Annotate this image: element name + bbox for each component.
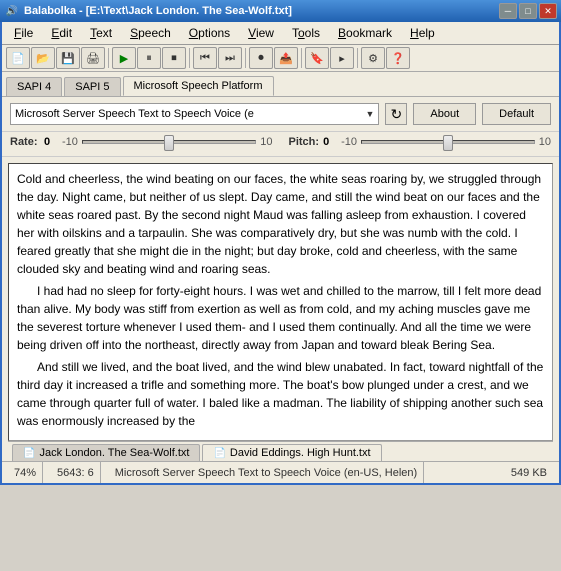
- menu-options[interactable]: Options: [181, 24, 238, 42]
- close-button[interactable]: ✕: [539, 3, 557, 19]
- text-paragraph-3: And still we lived, and the boat lived, …: [17, 358, 544, 430]
- info-button[interactable]: ❓: [386, 47, 410, 69]
- pitch-value: 0: [323, 136, 337, 148]
- tts-tabs: SAPI 4 SAPI 5 Microsoft Speech Platform: [2, 72, 559, 97]
- file-tabs: 📄 Jack London. The Sea-Wolf.txt 📄 David …: [8, 441, 553, 461]
- pitch-slider[interactable]: [361, 140, 535, 144]
- voice-section: Microsoft Server Speech Text to Speech V…: [2, 97, 559, 132]
- rate-max: 10: [260, 136, 272, 148]
- menu-view[interactable]: View: [240, 24, 282, 42]
- tab-sapi5[interactable]: SAPI 5: [64, 77, 120, 96]
- toolbar-separator-1: [108, 48, 109, 68]
- menu-bookmark[interactable]: Bookmark: [330, 24, 400, 42]
- settings-button[interactable]: ⚙: [361, 47, 385, 69]
- play-button[interactable]: ▶: [112, 47, 136, 69]
- rate-min: -10: [62, 136, 78, 148]
- file-icon-2: 📄: [213, 448, 225, 459]
- text-paragraph-1: Cold and cheerless, the wind beating on …: [17, 170, 544, 278]
- text-paragraph-2: I had had no sleep for forty-eight hours…: [17, 282, 544, 354]
- tab-sapi4[interactable]: SAPI 4: [6, 77, 62, 96]
- status-bar: 74% 5643: 6 Microsoft Server Speech Text…: [2, 461, 559, 483]
- toolbar-separator-4: [301, 48, 302, 68]
- file-tab-label-1: Jack London. The Sea-Wolf.txt: [39, 447, 189, 459]
- text-display[interactable]: Cold and cheerless, the wind beating on …: [8, 163, 553, 441]
- menu-tools[interactable]: Tools: [284, 24, 328, 42]
- toolbar-separator-2: [189, 48, 190, 68]
- slider-section: Rate: 0 -10 10 Pitch: 0 -10 10: [2, 132, 559, 157]
- record-button[interactable]: ⏺: [249, 47, 273, 69]
- toolbar: 📄 📂 💾 🖨 ▶ ⏸ ⏹ ⏮ ⏭ ⏺ 📤 🔖 ▸ ⚙ ❓: [2, 45, 559, 72]
- menu-text[interactable]: Text: [82, 24, 120, 42]
- pitch-label: Pitch:: [289, 136, 320, 148]
- more-button[interactable]: ▸: [330, 47, 354, 69]
- zoom-status: 74%: [8, 462, 43, 483]
- save-button[interactable]: 💾: [56, 47, 80, 69]
- default-button[interactable]: Default: [482, 103, 551, 125]
- voice-dropdown-text: Microsoft Server Speech Text to Speech V…: [15, 108, 365, 120]
- rate-slider-group: Rate: 0 -10 10: [10, 136, 273, 148]
- stop-button[interactable]: ⏹: [162, 47, 186, 69]
- title-bar: 🔊 Balabolka - [E:\Text\Jack London. The …: [0, 0, 561, 22]
- toolbar-separator-5: [357, 48, 358, 68]
- fast-forward-button[interactable]: ⏭: [218, 47, 242, 69]
- file-tab-2[interactable]: 📄 David Eddings. High Hunt.txt: [202, 444, 381, 461]
- minimize-button[interactable]: ─: [499, 3, 517, 19]
- print-button[interactable]: 🖨: [81, 47, 105, 69]
- new-button[interactable]: 📄: [6, 47, 30, 69]
- pause-button[interactable]: ⏸: [137, 47, 161, 69]
- about-button[interactable]: About: [413, 103, 476, 125]
- position-status: 5643: 6: [51, 462, 101, 483]
- rate-thumb[interactable]: [164, 135, 174, 151]
- chevron-down-icon: ▼: [365, 109, 374, 119]
- menu-help[interactable]: Help: [402, 24, 443, 42]
- voice-status: Microsoft Server Speech Text to Speech V…: [109, 462, 424, 483]
- rate-slider[interactable]: [82, 140, 256, 144]
- menu-file[interactable]: File: [6, 24, 41, 42]
- refresh-button[interactable]: ↻: [385, 103, 407, 125]
- rewind-button[interactable]: ⏮: [193, 47, 217, 69]
- pitch-thumb[interactable]: [443, 135, 453, 151]
- file-size: 549 KB: [511, 467, 547, 479]
- pitch-max: 10: [539, 136, 551, 148]
- window-controls: ─ □ ✕: [499, 3, 557, 19]
- voice-dropdown[interactable]: Microsoft Server Speech Text to Speech V…: [10, 103, 379, 125]
- bookmark-button[interactable]: 🔖: [305, 47, 329, 69]
- maximize-button[interactable]: □: [519, 3, 537, 19]
- menu-bar: File Edit Text Speech Options View Tools…: [2, 22, 559, 45]
- toolbar-separator-3: [245, 48, 246, 68]
- pitch-min: -10: [341, 136, 357, 148]
- menu-edit[interactable]: Edit: [43, 24, 80, 42]
- tab-msp[interactable]: Microsoft Speech Platform: [123, 76, 274, 96]
- size-status: 549 KB: [505, 462, 553, 483]
- open-button[interactable]: 📂: [31, 47, 55, 69]
- app-icon: 🔊: [4, 3, 20, 19]
- file-tab-1[interactable]: 📄 Jack London. The Sea-Wolf.txt: [12, 444, 200, 461]
- refresh-icon: ↻: [391, 106, 403, 123]
- voice-info: Microsoft Server Speech Text to Speech V…: [115, 467, 417, 479]
- export-button[interactable]: 📤: [274, 47, 298, 69]
- file-tab-label-2: David Eddings. High Hunt.txt: [230, 447, 371, 459]
- rate-value: 0: [44, 136, 58, 148]
- zoom-value: 74%: [14, 467, 36, 479]
- file-icon-1: 📄: [23, 448, 35, 459]
- pitch-slider-group: Pitch: 0 -10 10: [289, 136, 552, 148]
- window-title: Balabolka - [E:\Text\Jack London. The Se…: [24, 5, 292, 17]
- position-value: 5643: 6: [57, 467, 94, 479]
- rate-label: Rate:: [10, 136, 40, 148]
- menu-speech[interactable]: Speech: [122, 24, 179, 42]
